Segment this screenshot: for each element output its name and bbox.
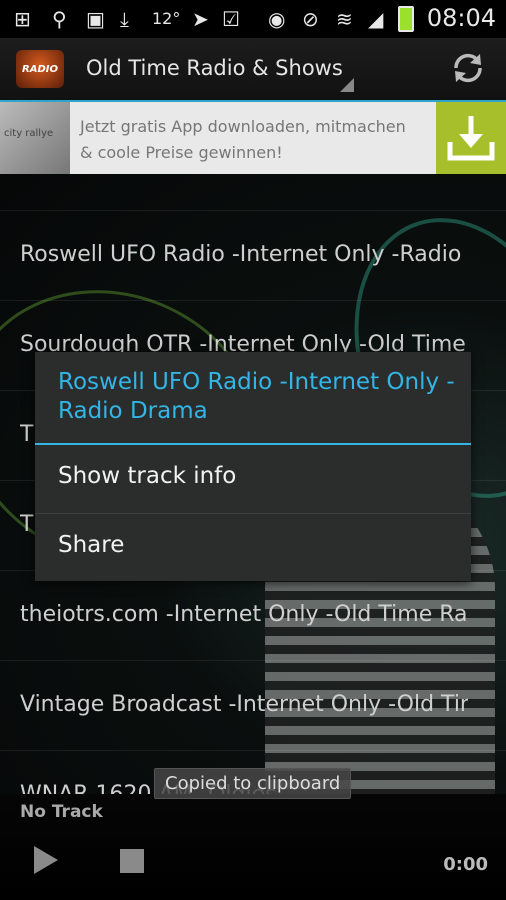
image-icon: ▣ xyxy=(86,7,105,31)
location-icon: ➤ xyxy=(192,7,209,31)
context-menu-dialog: Roswell UFO Radio -Internet Only -Radio … xyxy=(35,352,471,581)
dialog-title: Roswell UFO Radio -Internet Only -Radio … xyxy=(58,369,455,424)
list-item[interactable]: theiotrs.com -Internet Only -Old Time Ra… xyxy=(0,570,506,661)
mute-icon: ⊘ xyxy=(302,7,319,31)
menu-item-label: Share xyxy=(58,532,125,558)
show-track-info-menu-item[interactable]: Show track info xyxy=(35,445,471,513)
add-icon: ⊞ xyxy=(14,7,31,31)
now-playing-label: No Track xyxy=(20,802,103,822)
spinner-arrow-icon[interactable] xyxy=(340,78,354,92)
stop-icon[interactable] xyxy=(120,849,144,873)
toast-message: Copied to clipboard xyxy=(154,768,352,799)
player-bar: No Track 0:00 xyxy=(0,794,506,900)
battery-icon xyxy=(398,6,414,32)
app-logo-text: RADIO xyxy=(22,63,58,75)
playback-time: 0:00 xyxy=(443,854,488,875)
play-icon[interactable] xyxy=(34,846,58,874)
ad-thumbnail: city rallye xyxy=(0,102,70,174)
list-item-label: theiotrs.com -Internet Only -Old Time Ra… xyxy=(20,602,468,627)
ad-text: Jetzt gratis App downloaden, mitmachen &… xyxy=(80,117,406,162)
list-item-label: Vintage Broadcast -Internet Only -Old Ti… xyxy=(20,692,468,717)
temperature-text: 12° xyxy=(152,9,181,28)
clipboard-check-icon: ☑ xyxy=(222,7,240,31)
ad-download-button[interactable] xyxy=(436,102,506,174)
list-item[interactable]: Roswell UFO Radio -Internet Only -Radio … xyxy=(0,210,506,301)
list-item xyxy=(0,174,506,211)
station-spinner-title[interactable]: Old Time Radio & Shows xyxy=(86,56,343,80)
download-icon: ⤓ xyxy=(120,7,129,31)
menu-item-label: Show track info xyxy=(58,463,237,489)
list-item-label: Roswell UFO Radio -Internet Only -Radio … xyxy=(20,242,468,267)
app-logo[interactable]: RADIO xyxy=(16,50,64,88)
signal-icon: ◢ xyxy=(368,7,384,31)
refresh-icon[interactable] xyxy=(446,46,490,90)
list-item[interactable]: Vintage Broadcast -Internet Only -Old Ti… xyxy=(0,660,506,751)
ad-thumbnail-text: city rallye xyxy=(4,128,54,139)
status-time: 08:04 xyxy=(426,4,496,32)
usb-icon: ⚲ xyxy=(52,7,67,31)
ad-banner[interactable]: city rallye Jetzt gratis App downloaden,… xyxy=(0,102,506,174)
action-bar: RADIO Old Time Radio & Shows xyxy=(0,38,506,102)
status-bar: ⊞ ⚲ ▣ ⤓ 12° ➤ ☑ ◉ ⊘ ≋ ◢ 08:04 xyxy=(0,0,506,38)
eye-icon: ◉ xyxy=(268,7,286,31)
wifi-icon: ≋ xyxy=(336,7,353,31)
download-icon xyxy=(447,116,495,161)
share-menu-item[interactable]: Share xyxy=(35,514,471,582)
